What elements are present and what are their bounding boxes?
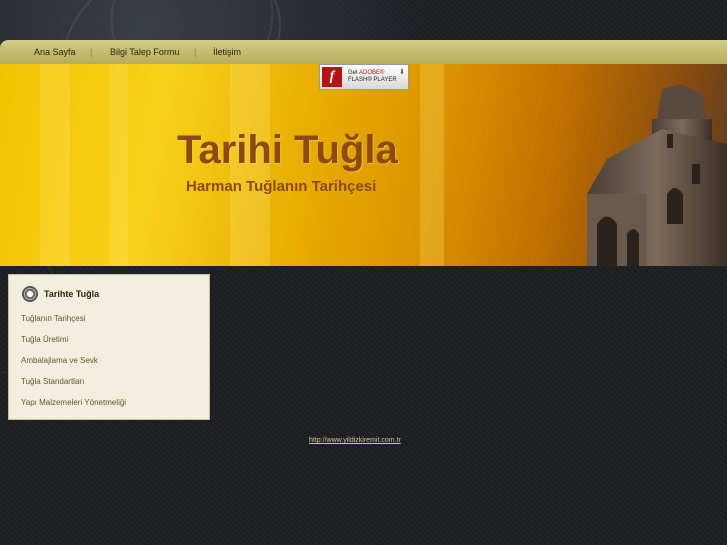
- flash-get-text: Get: [348, 70, 358, 76]
- nav-item-ana-sayfa[interactable]: Ana Sayfa: [34, 47, 76, 57]
- flash-badge-text: Get ADOBE® FLASH® PLAYER: [348, 70, 397, 84]
- church-image: [587, 84, 727, 266]
- sidebar-link-ambalajlama-ve-sevk[interactable]: Ambalajlama ve Sevk: [21, 356, 126, 377]
- top-navigation: Ana Sayfa | Bilgi Talep Formu | İletişim: [0, 40, 727, 64]
- get-flash-player-button[interactable]: f Get ADOBE® FLASH® PLAYER ⬇: [319, 64, 409, 90]
- footer-website-link[interactable]: http://www.yildizkiremit.com.tr: [309, 437, 401, 444]
- banner-light-streak: [110, 64, 128, 266]
- nav-separator: |: [194, 47, 197, 57]
- flash-logo-icon: f: [322, 67, 342, 87]
- gear-badge-icon: [22, 286, 38, 302]
- sidebar-heading: Tarihte Tuğla: [22, 286, 99, 302]
- header-banner: f Get ADOBE® FLASH® PLAYER ⬇ Tarihi Tuğl…: [0, 64, 727, 266]
- page-title: Tarihi Tuğla: [177, 128, 398, 172]
- sidebar-link-tugla-standartlari[interactable]: Tuğla Standartları: [21, 377, 126, 398]
- nav-item-iletisim[interactable]: İletişim: [213, 47, 241, 57]
- banner-light-streak: [40, 64, 70, 266]
- download-arrow-icon: ⬇: [399, 69, 405, 76]
- sidebar-links: Tuğlanın Tarihçesi Tuğla Üretimi Ambalaj…: [21, 314, 126, 419]
- page-subtitle: Harman Tuğlanın Tarihçesi: [186, 178, 377, 195]
- sidebar-heading-label: Tarihte Tuğla: [44, 289, 100, 299]
- sidebar-menu: Tarihte Tuğla Tuğlanın Tarihçesi Tuğla Ü…: [8, 274, 210, 420]
- nav-item-bilgi-talep-formu[interactable]: Bilgi Talep Formu: [110, 47, 179, 57]
- sidebar-link-tugla-uretimi[interactable]: Tuğla Üretimi: [21, 335, 126, 356]
- sidebar-link-tuglanin-tarihcesi[interactable]: Tuğlanın Tarihçesi: [21, 314, 126, 335]
- flash-player-text: FLASH® PLAYER: [348, 77, 397, 83]
- nav-separator: |: [90, 47, 93, 57]
- sidebar-link-yapi-malzemeleri-yonetmeligi[interactable]: Yapı Malzemeleri Yönetmeliği: [21, 398, 126, 419]
- banner-light-streak: [420, 64, 444, 266]
- flash-adobe-text: ADOBE®: [359, 70, 385, 76]
